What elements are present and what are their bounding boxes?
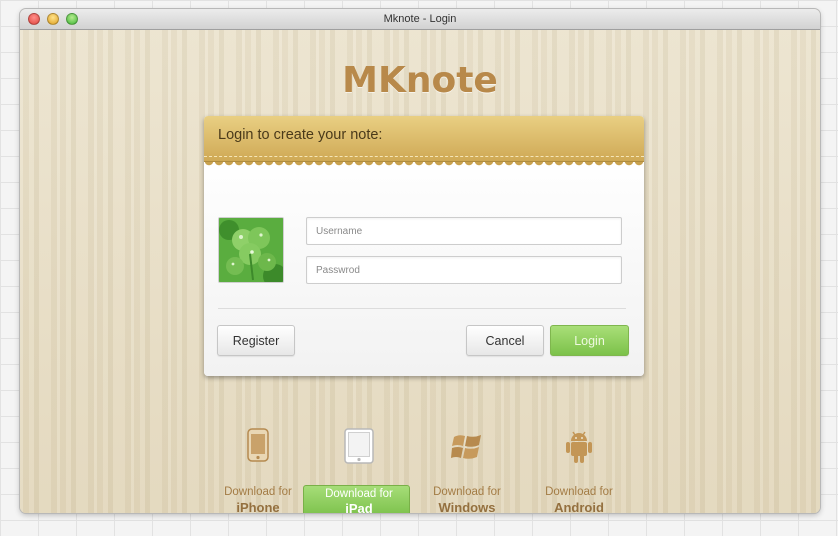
wood-background: MKnote Login to create your note: Userna… xyxy=(20,30,820,513)
iphone-icon xyxy=(247,428,269,462)
close-window-button[interactable] xyxy=(28,13,40,25)
app-logo: MKnote xyxy=(342,60,498,101)
windows-icon xyxy=(451,435,481,459)
header-stitching xyxy=(204,156,644,157)
cancel-button[interactable]: Cancel xyxy=(466,325,544,356)
username-input[interactable] xyxy=(306,217,622,245)
login-button[interactable]: Login xyxy=(550,325,629,356)
download-prefix: Download for xyxy=(545,486,613,498)
title-bar: Mknote - Login xyxy=(20,9,820,30)
header-scallop-edge xyxy=(204,162,644,170)
download-ipad-link[interactable]: Download for iPad xyxy=(303,412,415,513)
window-controls xyxy=(28,13,78,25)
download-iphone-link[interactable]: Download for iPhone xyxy=(202,412,314,513)
password-input[interactable] xyxy=(306,256,622,284)
platform-name: iPad xyxy=(345,501,373,513)
zoom-window-button[interactable] xyxy=(66,13,78,25)
download-windows-link[interactable]: Download for Windows xyxy=(411,412,523,513)
form-divider xyxy=(218,308,626,309)
minimize-window-button[interactable] xyxy=(47,13,59,25)
app-window: Mknote - Login MKnote Login to create yo… xyxy=(20,9,820,513)
android-icon xyxy=(566,431,592,463)
platform-name: Android xyxy=(554,500,604,513)
ipad-icon xyxy=(344,428,374,464)
login-form: Register Cancel Login xyxy=(204,170,644,376)
register-button[interactable]: Register xyxy=(217,325,295,356)
clover-icon xyxy=(219,218,283,282)
download-prefix: Download for xyxy=(325,488,393,500)
avatar xyxy=(218,217,284,283)
login-card: Login to create your note: Username Regi… xyxy=(204,116,644,376)
window-title: Mknote - Login xyxy=(383,13,457,25)
platform-name: Windows xyxy=(438,500,496,513)
download-prefix: Download for xyxy=(224,486,292,498)
platform-name: iPhone xyxy=(236,500,280,513)
download-prefix: Download for xyxy=(433,486,501,498)
download-android-link[interactable]: Download for Android xyxy=(523,412,635,513)
download-links: Download for iPhone Download for iPad Do… xyxy=(20,412,820,513)
